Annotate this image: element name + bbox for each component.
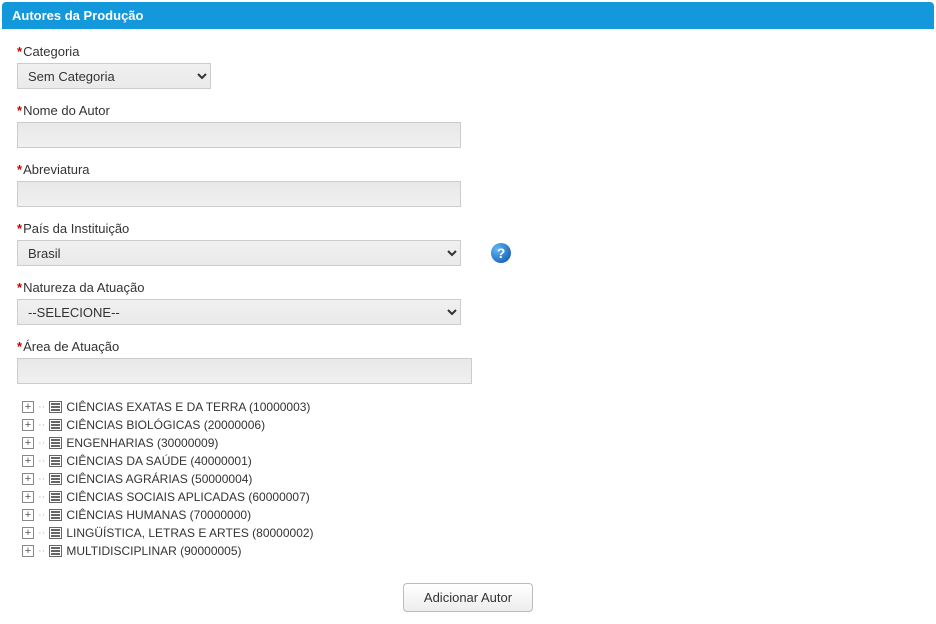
tree-connector: ··	[38, 437, 45, 449]
area-tree: + ·· CIÊNCIAS EXATAS E DA TERRA (10000003)…	[22, 398, 919, 560]
tree-item-label: CIÊNCIAS SOCIAIS APLICADAS (60000007)	[66, 490, 309, 504]
list-icon	[49, 527, 62, 539]
help-icon[interactable]: ?	[491, 243, 511, 263]
tree-item-label: MULTIDISCIPLINAR (90000005)	[66, 544, 241, 558]
expand-icon[interactable]: +	[22, 473, 34, 485]
tree-item[interactable]: + ·· MULTIDISCIPLINAR (90000005)	[22, 542, 919, 560]
field-natureza-atuacao: *Natureza da Atuação --SELECIONE--	[17, 280, 919, 325]
expand-icon[interactable]: +	[22, 401, 34, 413]
expand-icon[interactable]: +	[22, 545, 34, 557]
tree-item-label: CIÊNCIAS DA SAÚDE (40000001)	[66, 454, 251, 468]
tree-item[interactable]: + ·· CIÊNCIAS BIOLÓGICAS (20000006)	[22, 416, 919, 434]
tree-connector: ··	[38, 401, 45, 413]
tree-item[interactable]: + ·· CIÊNCIAS HUMANAS (70000000)	[22, 506, 919, 524]
field-area-atuacao: *Área de Atuação	[17, 339, 919, 384]
required-marker: *	[17, 280, 22, 295]
tree-item-label: CIÊNCIAS AGRÁRIAS (50000004)	[66, 472, 252, 486]
list-icon	[49, 509, 62, 521]
input-abreviatura[interactable]	[17, 181, 461, 207]
expand-icon[interactable]: +	[22, 419, 34, 431]
required-marker: *	[17, 162, 22, 177]
label-area-atuacao: *Área de Atuação	[17, 339, 919, 354]
tree-connector: ··	[38, 545, 45, 557]
panel-body: *Categoria Sem Categoria *Nome do Autor …	[2, 29, 934, 580]
select-pais-instituicao[interactable]: Brasil	[17, 240, 461, 266]
tree-item[interactable]: + ·· CIÊNCIAS EXATAS E DA TERRA (10000003)	[22, 398, 919, 416]
list-icon	[49, 491, 62, 503]
tree-item[interactable]: + ·· CIÊNCIAS SOCIAIS APLICADAS (60000007)	[22, 488, 919, 506]
label-abreviatura: *Abreviatura	[17, 162, 919, 177]
tree-item[interactable]: + ·· ENGENHARIAS (30000009)	[22, 434, 919, 452]
expand-icon[interactable]: +	[22, 455, 34, 467]
tree-connector: ··	[38, 527, 45, 539]
tree-connector: ··	[38, 419, 45, 431]
required-marker: *	[17, 339, 22, 354]
expand-icon[interactable]: +	[22, 437, 34, 449]
tree-connector: ··	[38, 491, 45, 503]
required-marker: *	[17, 221, 22, 236]
label-categoria: *Categoria	[17, 44, 919, 59]
field-pais-instituicao: *País da Instituição Brasil ?	[17, 221, 919, 266]
list-icon	[49, 455, 62, 467]
tree-item-label: LINGÜÍSTICA, LETRAS E ARTES (80000002)	[66, 526, 313, 540]
tree-item[interactable]: + ·· CIÊNCIAS DA SAÚDE (40000001)	[22, 452, 919, 470]
tree-connector: ··	[38, 509, 45, 521]
select-natureza-atuacao[interactable]: --SELECIONE--	[17, 299, 461, 325]
tree-item[interactable]: + ·· LINGÜÍSTICA, LETRAS E ARTES (80000002…	[22, 524, 919, 542]
tree-item-label: ENGENHARIAS (30000009)	[66, 436, 218, 450]
tree-item-label: CIÊNCIAS BIOLÓGICAS (20000006)	[66, 418, 265, 432]
tree-item-label: CIÊNCIAS HUMANAS (70000000)	[66, 508, 251, 522]
expand-icon[interactable]: +	[22, 491, 34, 503]
required-marker: *	[17, 103, 22, 118]
input-nome-autor[interactable]	[17, 122, 461, 148]
label-nome-autor: *Nome do Autor	[17, 103, 919, 118]
field-nome-autor: *Nome do Autor	[17, 103, 919, 148]
expand-icon[interactable]: +	[22, 527, 34, 539]
list-icon	[49, 419, 62, 431]
list-icon	[49, 473, 62, 485]
label-pais-instituicao: *País da Instituição	[17, 221, 919, 236]
select-categoria[interactable]: Sem Categoria	[17, 63, 211, 89]
list-icon	[49, 545, 62, 557]
field-categoria: *Categoria Sem Categoria	[17, 44, 919, 89]
list-icon	[49, 401, 62, 413]
tree-connector: ··	[38, 455, 45, 467]
add-autor-button[interactable]: Adicionar Autor	[403, 583, 533, 612]
tree-item[interactable]: + ·· CIÊNCIAS AGRÁRIAS (50000004)	[22, 470, 919, 488]
field-abreviatura: *Abreviatura	[17, 162, 919, 207]
list-icon	[49, 437, 62, 449]
required-marker: *	[17, 44, 22, 59]
input-area-atuacao[interactable]	[17, 358, 472, 384]
expand-icon[interactable]: +	[22, 509, 34, 521]
tree-connector: ··	[38, 473, 45, 485]
panel-title: Autores da Produção	[2, 2, 934, 29]
label-natureza-atuacao: *Natureza da Atuação	[17, 280, 919, 295]
tree-item-label: CIÊNCIAS EXATAS E DA TERRA (10000003)	[66, 400, 310, 414]
footer: Adicionar Autor	[2, 580, 934, 622]
